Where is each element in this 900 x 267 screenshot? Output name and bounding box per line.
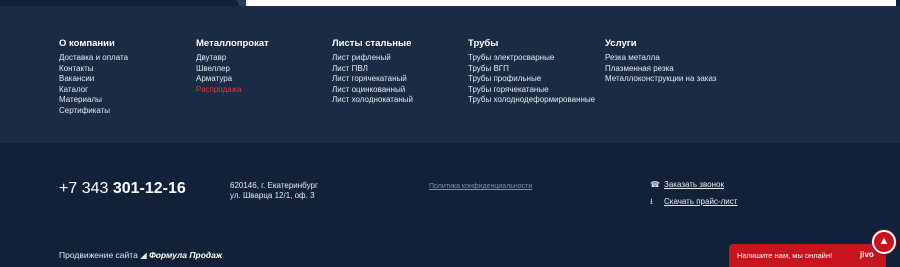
promo-brand: Формула Продаж (149, 250, 223, 260)
privacy-policy-link[interactable]: Политика конфиденциальности (429, 183, 532, 190)
footer-column-metal: Металлопрокат Двутавр Швеллер Арматура Р… (196, 38, 269, 95)
column-heading[interactable]: Услуги (605, 38, 716, 50)
footer-link[interactable]: Резка металла (605, 53, 716, 64)
chat-widget-brand: jivo (860, 250, 874, 259)
chat-widget[interactable]: Напишите нам, мы онлайн! jivo (729, 244, 886, 267)
column-heading[interactable]: Листы стальные (332, 38, 413, 50)
column-heading[interactable]: О компании (59, 38, 128, 50)
footer-link[interactable]: Лист горячекатаный (332, 74, 413, 85)
footer-link[interactable]: Каталог (59, 85, 128, 96)
scroll-up-button[interactable]: ▲ (872, 230, 896, 254)
chevron-up-icon: ▲ (878, 235, 890, 247)
footer-link[interactable]: Трубы холоднодеформированные (468, 95, 595, 106)
column-heading[interactable]: Металлопрокат (196, 38, 269, 50)
triangle-logo-icon: ◢ (140, 250, 147, 260)
footer-link[interactable]: Трубы профильные (468, 74, 595, 85)
address-line-2: ул. Шварца 12/1, оф. 3 (230, 191, 315, 200)
footer-link[interactable]: Материалы (59, 95, 128, 106)
footer-column-sheets: Листы стальные Лист рифленый Лист ПВЛ Ли… (332, 38, 413, 106)
footer-link[interactable]: Трубы горячекатаные (468, 85, 595, 96)
footer-nav-section (0, 6, 900, 143)
download-document-icon: ⭳ (650, 197, 653, 206)
footer-column-pipes: Трубы Трубы электросварные Трубы ВГП Тру… (468, 38, 595, 106)
footer-link[interactable]: Швеллер (196, 64, 269, 75)
footer-link[interactable]: Вакансии (59, 74, 128, 85)
footer-link[interactable]: Трубы ВГП (468, 64, 595, 75)
pricelist-link[interactable]: ⭳ Скачать прайс-лист (650, 196, 737, 210)
callback-link-label: Заказать звонок (664, 180, 724, 189)
footer-link[interactable]: Металлоконструкции на заказ (605, 74, 716, 85)
footer-link-sale[interactable]: Распродажа (196, 85, 269, 96)
promo-label: Продвижение сайта (59, 250, 138, 260)
chat-widget-message: Напишите нам, мы онлайн! (737, 251, 833, 260)
footer-link[interactable]: Арматура (196, 74, 269, 85)
footer-link[interactable]: Двутавр (196, 53, 269, 64)
address-line-1: 620146, г. Екатеринбург (230, 181, 318, 190)
footer-link[interactable]: Сертификаты (59, 106, 128, 117)
footer-link[interactable]: Лист оцинкованный (332, 85, 413, 96)
footer-link[interactable]: Лист холоднокатаный (332, 95, 413, 106)
footer-column-services: Услуги Резка металла Плазменная резка Ме… (605, 38, 716, 85)
pricelist-link-label: Скачать прайс-лист (664, 197, 738, 206)
footer-link[interactable]: Лист ПВЛ (332, 64, 413, 75)
phone-main: 301-12-16 (112, 180, 186, 197)
footer-link[interactable]: Лист рифленый (332, 53, 413, 64)
promotion-credit[interactable]: Продвижение сайта ◢ Формула Продаж (59, 250, 222, 261)
footer-link[interactable]: Доставка и оплата (59, 53, 128, 64)
phone-handset-icon: ☎ (650, 180, 660, 189)
column-heading[interactable]: Трубы (468, 38, 595, 50)
phone-prefix: +7 343 (59, 180, 109, 197)
address: 620146, г. Екатеринбург ул. Шварца 12/1,… (230, 181, 318, 201)
footer-link[interactable]: Трубы электросварные (468, 53, 595, 64)
footer-link[interactable]: Плазменная резка (605, 64, 716, 75)
phone-number[interactable]: +7 343 301-12-16 (59, 179, 186, 199)
footer-column-company: О компании Доставка и оплата Контакты Ва… (59, 38, 128, 116)
footer-link[interactable]: Контакты (59, 64, 128, 75)
callback-link[interactable]: ☎ Заказать звонок (650, 180, 724, 189)
